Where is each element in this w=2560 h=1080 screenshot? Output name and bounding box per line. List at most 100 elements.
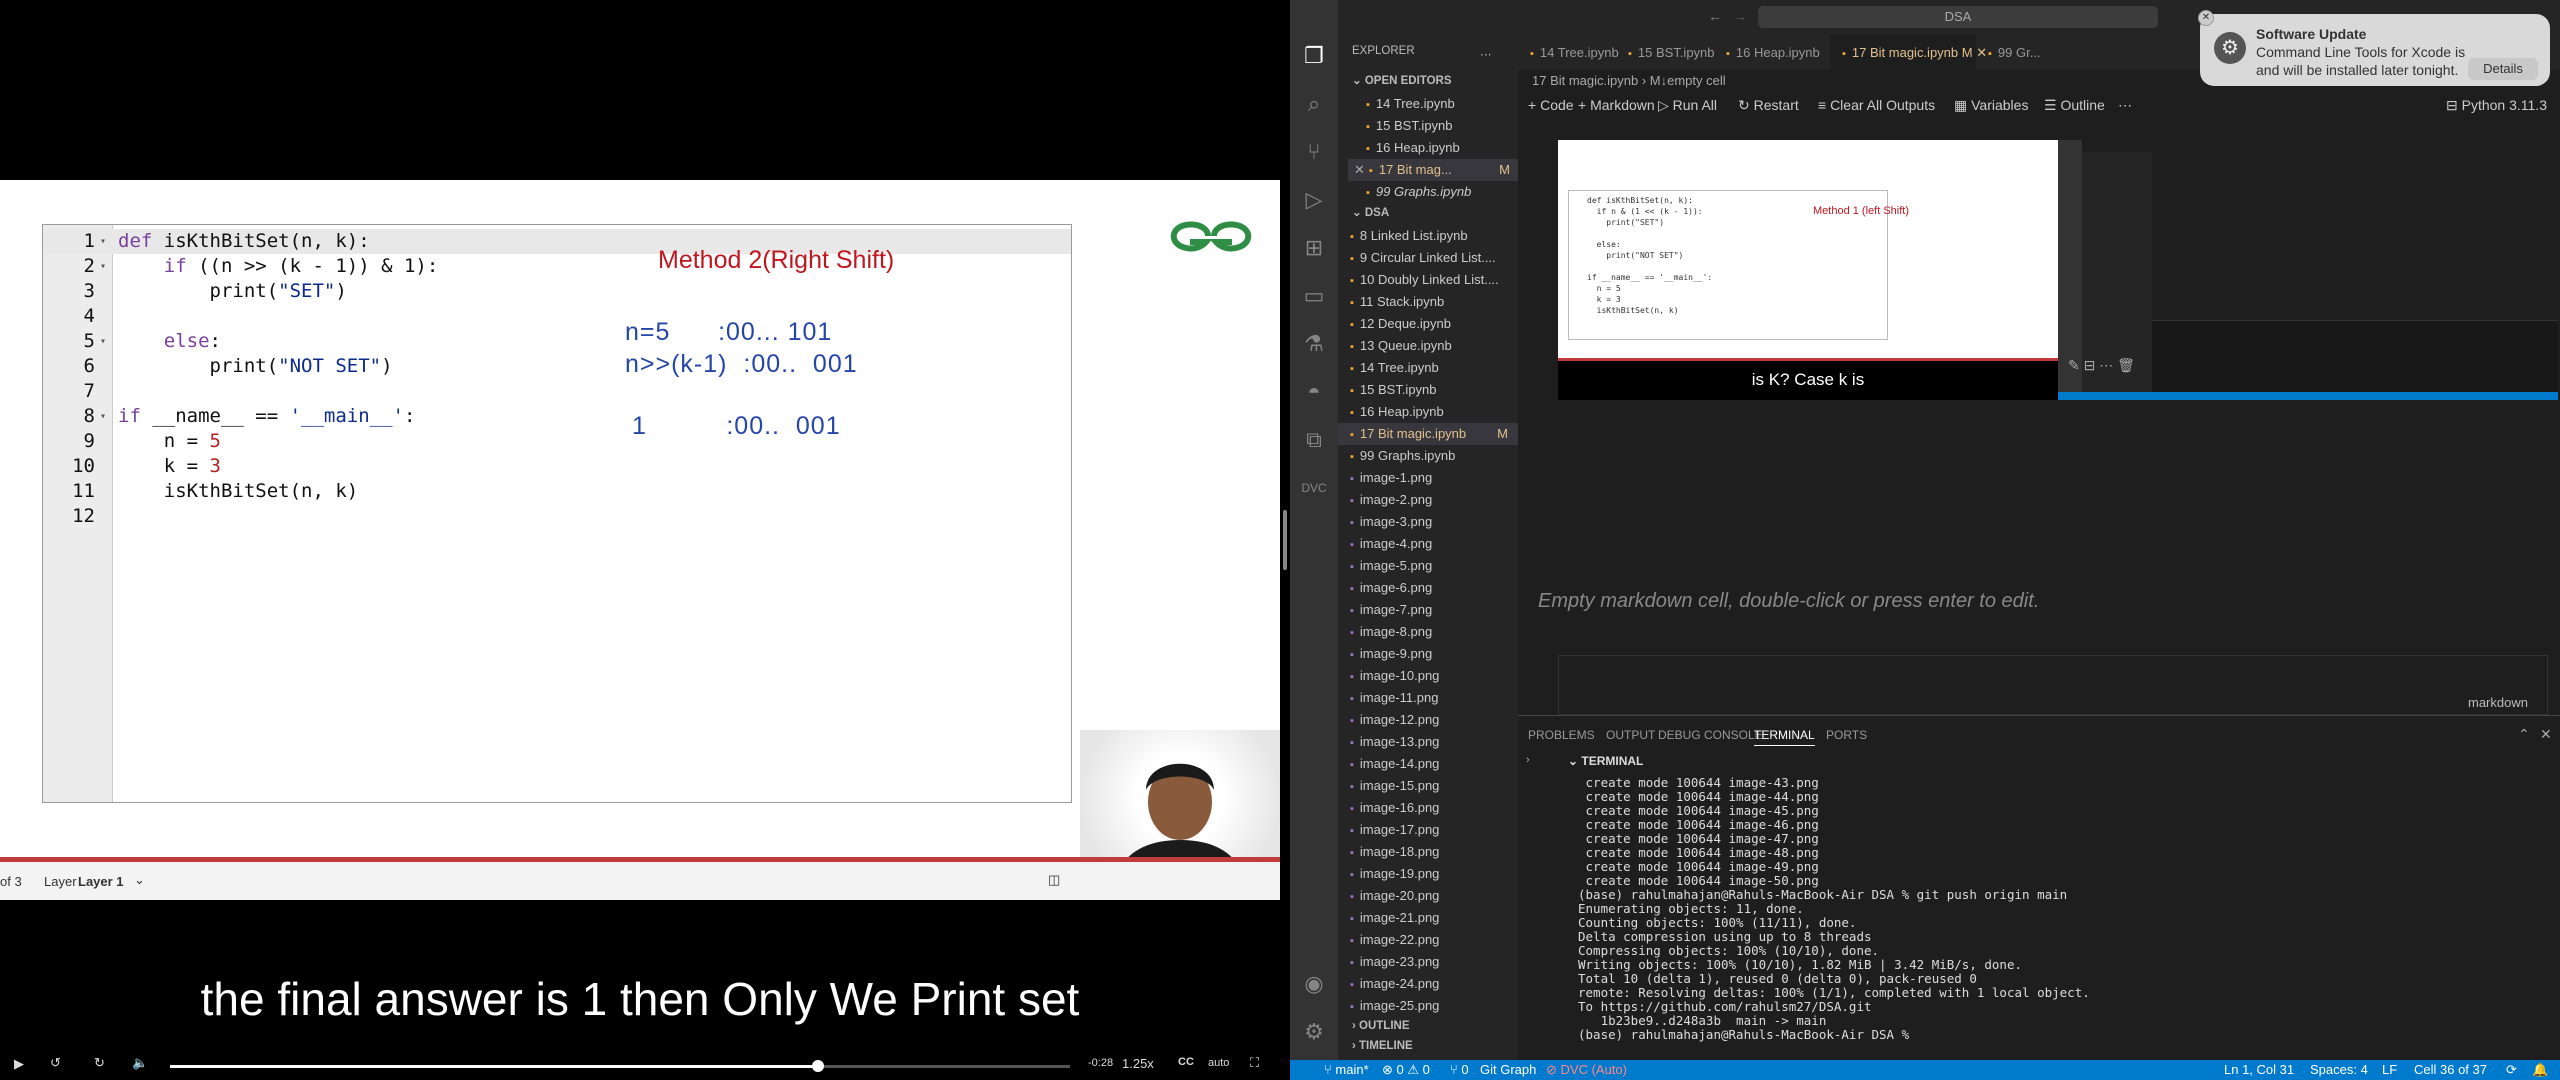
run-all-button[interactable]: ▷ Run All (1658, 97, 1717, 114)
testing-icon[interactable]: ⚗ (1300, 330, 1328, 358)
cell-actions[interactable]: ✎ ⊟ ⋯ 🗑 (2068, 357, 2135, 374)
close-icon[interactable]: ✕ (2540, 726, 2552, 743)
file-item[interactable]: ▪ 16 Heap.ipynb (1338, 401, 1518, 423)
remote-icon[interactable]: ▭ (1300, 282, 1328, 310)
file-item[interactable]: ▪ image-7.png (1338, 599, 1518, 621)
file-item[interactable]: ▪ image-23.png (1338, 951, 1518, 973)
forward-nav-icon[interactable]: → (1733, 8, 1747, 24)
file-item[interactable]: ▪ image-1.png (1338, 467, 1518, 489)
speed-button[interactable]: 1.25x (1122, 1056, 1154, 1071)
account-icon[interactable]: ◉ (1300, 970, 1328, 998)
volume-icon[interactable]: 🔈 (132, 1055, 148, 1071)
cursor-position[interactable]: Ln 1, Col 31 (2224, 1062, 2294, 1077)
variables-button[interactable]: ▦ Variables (1954, 97, 2028, 114)
panel-tab[interactable]: PROBLEMS (1528, 728, 1595, 742)
outline-button[interactable]: ☰ Outline (2044, 97, 2105, 114)
add-markdown-button[interactable]: + Markdown (1578, 97, 1655, 113)
git-graph-icon[interactable]: ⧉ (1300, 426, 1328, 454)
file-item[interactable]: ▪ image-18.png (1338, 841, 1518, 863)
captions-icon[interactable]: CC (1178, 1056, 1194, 1068)
git-graph-status[interactable]: Git Graph (1480, 1062, 1536, 1077)
progress-knob[interactable] (812, 1060, 824, 1072)
file-item[interactable]: ▪ image-10.png (1338, 665, 1518, 687)
file-item[interactable]: ▪ image-13.png (1338, 731, 1518, 753)
file-item[interactable]: ▪ image-4.png (1338, 533, 1518, 555)
split-view-icon[interactable]: ◫ (1048, 872, 1060, 888)
file-item[interactable]: ▪ image-14.png (1338, 753, 1518, 775)
files-icon[interactable]: ❐ (1300, 42, 1328, 70)
branch-status[interactable]: ⑂ main* (1324, 1062, 1369, 1077)
file-item[interactable]: ▪ image-24.png (1338, 973, 1518, 995)
file-item[interactable]: ▪ image-3.png (1338, 511, 1518, 533)
file-item[interactable]: ▪ image-22.png (1338, 929, 1518, 951)
kernel-picker[interactable]: ⊟ Python 3.11.3 (2446, 97, 2547, 114)
panel-tab[interactable]: PORTS (1826, 728, 1867, 742)
file-item[interactable]: ▪ image-16.png (1338, 797, 1518, 819)
file-item[interactable]: ▪ 12 Deque.ipynb (1338, 313, 1518, 335)
quality-button[interactable]: auto (1208, 1057, 1229, 1069)
chevron-down-icon[interactable]: ⌄ (134, 872, 145, 888)
file-item[interactable]: ▪ 9 Circular Linked List.... (1338, 247, 1518, 269)
dsa-folder-header[interactable]: ⌄ DSA (1352, 205, 1389, 219)
video-player[interactable]: 1 ▾ def isKthBitSet(n, k): 2 ▾ if ((n >> (k … (0, 0, 1287, 1080)
docker-icon[interactable]: ◓ (1300, 378, 1328, 406)
empty-markdown-cell[interactable]: Empty markdown cell, double-click or pre… (1538, 590, 2039, 613)
panel-tab[interactable]: TERMINAL (1754, 728, 1815, 746)
panel-tab[interactable]: DEBUG CONSOLE (1658, 728, 1763, 742)
indent-status[interactable]: Spaces: 4 (2310, 1062, 2368, 1077)
chevron-right-icon[interactable]: › (1526, 754, 1530, 766)
file-item[interactable]: ▪ image-12.png (1338, 709, 1518, 731)
file-item[interactable]: ▪ image-5.png (1338, 555, 1518, 577)
panel-tab[interactable]: OUTPUT (1606, 728, 1655, 742)
open-editor-item[interactable]: ▪ 16 Heap.ipynb (1348, 137, 1518, 159)
timeline-header[interactable]: › TIMELINE (1352, 1040, 1413, 1052)
editor-tab[interactable]: ▪ 15 BST.ipynb (1616, 35, 1715, 70)
details-button[interactable]: Details (2468, 58, 2538, 80)
file-item[interactable]: ▪ image-20.png (1338, 885, 1518, 907)
open-editor-item[interactable]: ▪ 15 BST.ipynb (1348, 115, 1518, 137)
file-item[interactable]: ▪ image-21.png (1338, 907, 1518, 929)
bell-icon[interactable]: 🔔 (2532, 1062, 2548, 1078)
file-item[interactable]: ▪ image-17.png (1338, 819, 1518, 841)
file-item[interactable]: ▪ image-2.png (1338, 489, 1518, 511)
file-item[interactable]: ▪ 17 Bit magic.ipynb M (1338, 423, 1518, 445)
extensions-icon[interactable]: ⊞ (1300, 234, 1328, 262)
sync-icon[interactable]: ⟳ (2506, 1062, 2517, 1078)
fullscreen-icon[interactable]: ⛶ (1250, 1055, 1259, 1071)
open-editor-item[interactable]: ▪ 14 Tree.ipynb (1348, 93, 1518, 115)
source-control-icon[interactable]: ⑂ (1300, 138, 1328, 166)
dvc-icon[interactable]: DVC (1300, 474, 1328, 502)
editor-tab[interactable]: ▪ 14 Tree.ipynb (1518, 35, 1619, 70)
editor-tab[interactable]: ▪ 99 Gr... (1976, 35, 2056, 70)
back-icon[interactable]: ← (1708, 8, 1722, 24)
layer-select[interactable]: Layer 1 (78, 874, 124, 889)
close-notification-icon[interactable]: ✕ (2198, 10, 2214, 26)
file-item[interactable]: ▪ image-25.png (1338, 995, 1518, 1017)
search-icon[interactable]: ⌕ (1300, 90, 1328, 118)
cell-count[interactable]: Cell 36 of 37 (2414, 1062, 2487, 1077)
file-item[interactable]: ▪ 14 Tree.ipynb (1338, 357, 1518, 379)
play-icon[interactable]: ▶ (14, 1056, 24, 1072)
file-item[interactable]: ▪ image-9.png (1338, 643, 1518, 665)
file-item[interactable]: ▪ 11 Stack.ipynb (1338, 291, 1518, 313)
cell-language-label[interactable]: markdown (2468, 695, 2528, 710)
editor-tab[interactable]: ▪ 16 Heap.ipynb (1714, 35, 1820, 70)
run-debug-icon[interactable]: ▷ (1300, 186, 1328, 214)
file-item[interactable]: ▪ 8 Linked List.ipynb (1338, 225, 1518, 247)
rewind-icon[interactable]: ↺ (50, 1055, 61, 1071)
dvc-status[interactable]: ⊘ DVC (Auto) (1546, 1062, 1627, 1078)
gear-icon[interactable]: ⚙ (1300, 1018, 1328, 1046)
scrollbar[interactable] (1283, 510, 1287, 570)
file-item[interactable]: ▪ 10 Doubly Linked List.... (1338, 269, 1518, 291)
open-editor-item[interactable]: ✕ ▪ 17 Bit mag... M (1348, 159, 1518, 181)
file-item[interactable]: ▪ image-15.png (1338, 775, 1518, 797)
file-item[interactable]: ▪ image-11.png (1338, 687, 1518, 709)
breadcrumb[interactable]: 17 Bit magic.ipynb › M↓empty cell (1532, 73, 1726, 88)
problems-status[interactable]: ⊗ 0 ⚠ 0 (1382, 1062, 1430, 1078)
add-code-button[interactable]: + Code (1528, 97, 1574, 113)
file-item[interactable]: ▪ image-8.png (1338, 621, 1518, 643)
file-item[interactable]: ▪ image-19.png (1338, 863, 1518, 885)
chevron-up-icon[interactable]: ⌃ (2518, 726, 2530, 743)
file-item[interactable]: ▪ 13 Queue.ipynb (1338, 335, 1518, 357)
open-editors-header[interactable]: ⌄ OPEN EDITORS (1352, 73, 1452, 87)
